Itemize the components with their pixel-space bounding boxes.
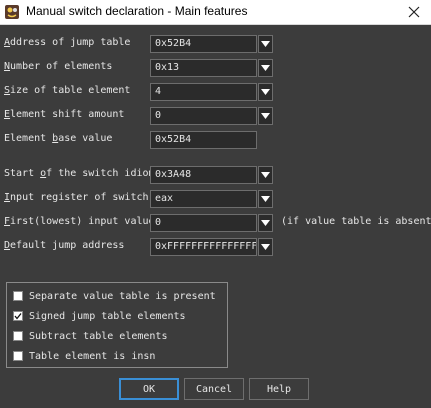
table-element-is-insn-option[interactable]: Table element is insn [13, 349, 155, 363]
size-of-table-element-dropdown[interactable] [258, 83, 273, 101]
separate-value-table-label: Separate value table is present [29, 290, 216, 302]
signed-jump-table-checkbox[interactable] [13, 311, 23, 321]
number-of-elements-dropdown[interactable] [258, 59, 273, 77]
title-bar: Manual switch declaration - Main feature… [0, 0, 431, 25]
number-of-elements-input[interactable]: 0x13 [150, 59, 257, 77]
subtract-table-elements-option[interactable]: Subtract table elements [13, 329, 167, 343]
default-jump-address-dropdown[interactable] [258, 238, 273, 256]
subtract-table-elements-label: Subtract table elements [29, 330, 168, 342]
size-of-table-element-input[interactable]: 4 [150, 83, 257, 101]
table-element-is-insn-label: Table element is insn [29, 350, 156, 362]
chevron-down-icon [261, 220, 270, 226]
app-icon [5, 5, 19, 19]
chevron-down-icon [261, 113, 270, 119]
signed-jump-table-option[interactable]: Signed jump table elements [13, 309, 186, 323]
chevron-down-icon [261, 89, 270, 95]
chevron-down-icon [261, 65, 270, 71]
first-lowest-input-value-input[interactable]: 0 [150, 214, 257, 232]
element-base-value-input[interactable]: 0x52B4 [150, 131, 257, 149]
address-of-jump-table-input[interactable]: 0x52B4 [150, 35, 257, 53]
value-table-absent-note: (if value table is absent) [281, 216, 431, 227]
table-element-is-insn-checkbox[interactable] [13, 351, 23, 361]
element-shift-amount-label: Element shift amount [4, 109, 125, 120]
first-lowest-input-value-label: First(lowest) input value [4, 216, 155, 227]
cancel-button[interactable]: Cancel [184, 378, 244, 400]
help-button[interactable]: Help [249, 378, 309, 400]
element-shift-amount-dropdown[interactable] [258, 107, 273, 125]
subtract-table-elements-checkbox[interactable] [13, 331, 23, 341]
close-button[interactable] [397, 0, 431, 24]
chevron-down-icon [261, 41, 270, 47]
element-base-value-label: Element base value [4, 133, 113, 144]
close-icon [408, 6, 420, 18]
default-jump-address-input[interactable]: 0xFFFFFFFFFFFFFFFF [150, 238, 257, 256]
ok-button[interactable]: OK [119, 378, 179, 400]
element-shift-amount-input[interactable]: 0 [150, 107, 257, 125]
chevron-down-icon [261, 196, 270, 202]
input-register-of-switch-dropdown[interactable] [258, 190, 273, 208]
start-of-switch-idiom-dropdown[interactable] [258, 166, 273, 184]
address-of-jump-table-label: Address of jump table [4, 37, 131, 48]
first-lowest-input-value-dropdown[interactable] [258, 214, 273, 232]
input-register-of-switch-label: Input register of switch [4, 192, 149, 203]
chevron-down-icon [261, 172, 270, 178]
signed-jump-table-label: Signed jump table elements [29, 310, 186, 322]
address-of-jump-table-dropdown[interactable] [258, 35, 273, 53]
separate-value-table-checkbox[interactable] [13, 291, 23, 301]
default-jump-address-label: Default jump address [4, 240, 125, 251]
input-register-of-switch-input[interactable]: eax [150, 190, 257, 208]
size-of-table-element-label: Size of table element [4, 85, 131, 96]
start-of-switch-idiom-label: Start of the switch idiom [4, 168, 155, 179]
separate-value-table-option[interactable]: Separate value table is present [13, 289, 216, 303]
start-of-switch-idiom-input[interactable]: 0x3A48 [150, 166, 257, 184]
window-title: Manual switch declaration - Main feature… [26, 4, 248, 18]
chevron-down-icon [261, 244, 270, 250]
checkmark-icon [14, 313, 22, 320]
number-of-elements-label: Number of elements [4, 61, 113, 72]
